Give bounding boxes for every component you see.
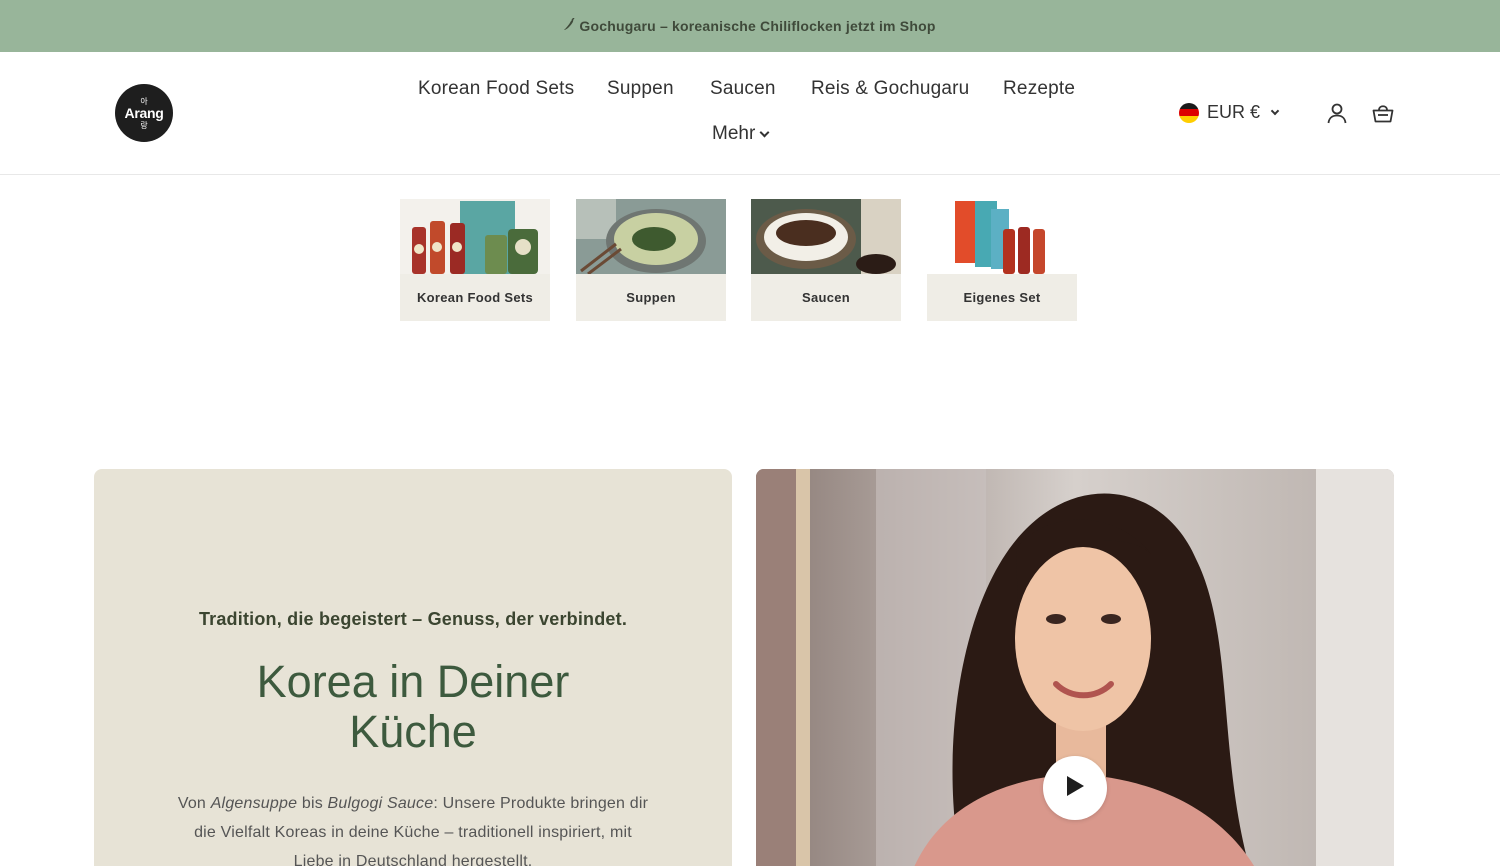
category-image-eigenes-set [927,199,1077,274]
nav-mehr-dropdown[interactable]: Mehr [712,123,770,145]
logo-bottom-text: 랑 [140,120,148,130]
nav-korean-food-sets[interactable]: Korean Food Sets [418,78,574,100]
nav-mehr-label: Mehr [712,123,756,144]
play-button[interactable] [1043,756,1107,820]
play-icon [1064,774,1086,803]
category-image-suppen [576,199,726,274]
category-label: Korean Food Sets [416,290,534,305]
hero-video[interactable] [756,469,1394,866]
hero-desc-pre: Von [177,795,211,812]
hero-description: Von Algensuppe bis Bulgogi Sauce: Unsere… [174,789,652,866]
category-label: Eigenes Set [963,290,1041,305]
category-image-saucen [751,199,901,274]
hero-desc-bulgogi: Bulgogi Sauce [327,795,434,812]
logo-main-text: Arang [124,104,164,121]
chili-icon [564,17,575,34]
germany-flag-icon [1179,102,1199,123]
hero-text-panel: Tradition, die begeistert – Genuss, der … [94,469,732,866]
announcement-text: Gochugaru – koreanische Chiliflocken jet… [579,18,936,34]
category-tile-eigenes-set[interactable]: Eigenes Set [927,199,1077,321]
site-header: 아 Arang 랑 Korean Food Sets Suppen Saucen… [0,52,1500,175]
category-tile-suppen[interactable]: Suppen [576,199,726,321]
nav-reis-gochugaru[interactable]: Reis & Gochugaru [811,78,969,100]
currency-selector[interactable]: EUR € [1179,102,1280,123]
category-tile-saucen[interactable]: Saucen [751,199,901,321]
nav-saucen[interactable]: Saucen [710,78,776,100]
category-label: Saucen [801,290,851,305]
announcement-bar[interactable]: Gochugaru – koreanische Chiliflocken jet… [0,0,1500,52]
hero-desc-mid: bis [297,795,328,812]
chevron-down-icon [1270,106,1280,115]
cart-icon[interactable] [1372,102,1394,124]
main-nav: Korean Food Sets Suppen Saucen Reis & Go… [0,78,1500,102]
nav-rezepte[interactable]: Rezepte [1003,78,1075,100]
account-icon[interactable] [1326,102,1348,124]
category-tile-korean-food-sets[interactable]: Korean Food Sets [400,199,550,321]
nav-suppen[interactable]: Suppen [607,78,674,100]
category-label: Suppen [626,290,676,305]
hero-title-line-2: Küche [349,706,477,757]
hero-title-line-1: Korea in Deiner [256,656,570,707]
currency-label: EUR € [1207,102,1261,122]
category-tiles: Korean Food Sets Suppen Saucen Eigenes S… [400,199,1100,321]
hero-desc-algensuppe: Algensuppe [210,795,298,812]
category-image-korean-food-sets [400,199,550,274]
chevron-down-icon [759,127,770,137]
hero-subtitle: Tradition, die begeistert – Genuss, der … [198,609,628,629]
hero-title: Korea in Deiner Küche [94,657,732,757]
